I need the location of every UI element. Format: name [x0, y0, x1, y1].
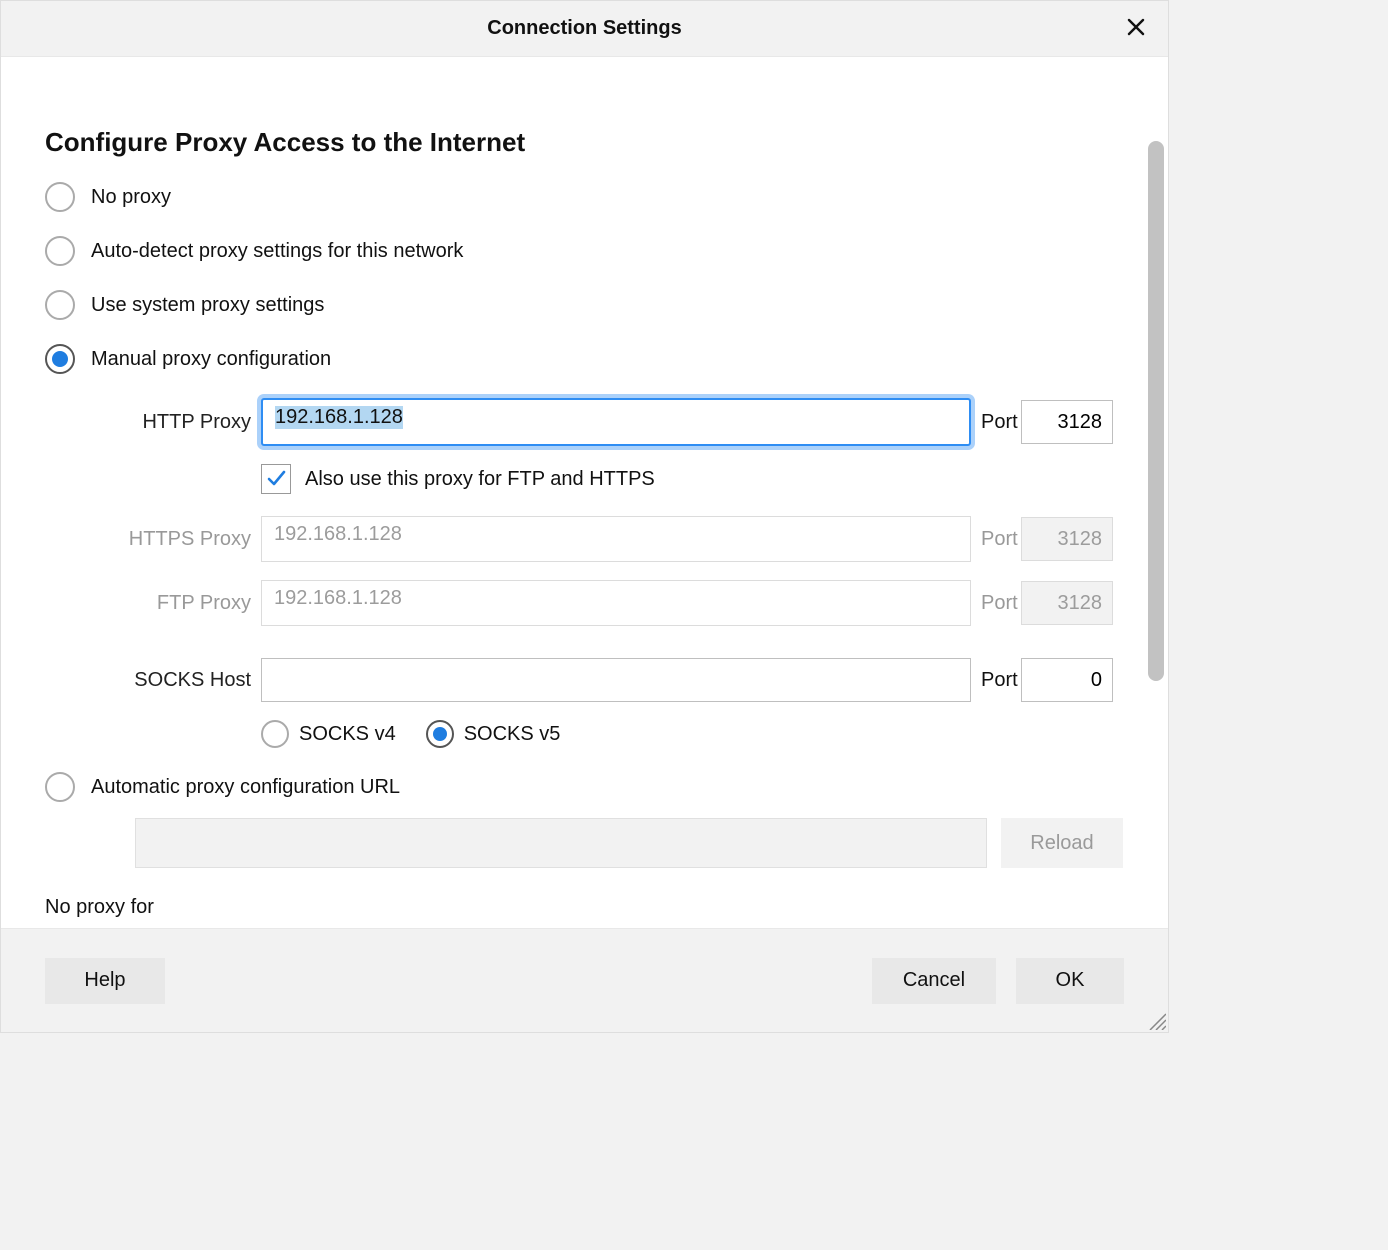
radio-icon	[45, 290, 75, 320]
cancel-button[interactable]: Cancel	[872, 958, 996, 1004]
radio-label: Auto-detect proxy settings for this netw…	[91, 240, 463, 263]
radio-label: No proxy	[91, 186, 171, 209]
ok-button[interactable]: OK	[1016, 958, 1124, 1004]
port-label: Port	[971, 528, 1021, 551]
section-heading: Configure Proxy Access to the Internet	[45, 127, 1124, 158]
checkbox-icon	[261, 464, 291, 494]
https-port-input	[1021, 517, 1113, 561]
radio-socks-v5[interactable]	[426, 720, 454, 748]
port-label: Port	[971, 411, 1021, 434]
http-proxy-label: HTTP Proxy	[45, 411, 261, 434]
radio-icon	[45, 236, 75, 266]
socks-port-input[interactable]	[1021, 658, 1113, 702]
radio-system[interactable]: Use system proxy settings	[45, 290, 1124, 320]
also-use-checkbox-row[interactable]: Also use this proxy for FTP and HTTPS	[261, 464, 1124, 494]
pac-url-row: Reload	[45, 818, 1124, 868]
socks-host-label: SOCKS Host	[45, 669, 261, 692]
radio-label: Manual proxy configuration	[91, 348, 331, 371]
no-proxy-for-label: No proxy for	[45, 896, 1124, 919]
port-label: Port	[971, 669, 1021, 692]
dialog-title: Connection Settings	[1, 17, 1168, 40]
https-proxy-input: 192.168.1.128	[261, 516, 971, 562]
radio-label: Use system proxy settings	[91, 294, 324, 317]
https-proxy-label: HTTPS Proxy	[45, 528, 261, 551]
checkbox-label: Also use this proxy for FTP and HTTPS	[305, 468, 655, 491]
ftp-proxy-row: FTP Proxy 192.168.1.128 Port	[45, 580, 1124, 626]
radio-manual[interactable]: Manual proxy configuration	[45, 344, 1124, 374]
radio-socks-v4[interactable]	[261, 720, 289, 748]
radio-icon	[45, 344, 75, 374]
socks-v4-label: SOCKS v4	[299, 723, 396, 746]
reload-button: Reload	[1001, 818, 1123, 868]
dialog-footer: Help Cancel OK	[1, 928, 1168, 1032]
radio-no-proxy[interactable]: No proxy	[45, 182, 1124, 212]
ftp-proxy-label: FTP Proxy	[45, 592, 261, 615]
connection-settings-dialog: Connection Settings Configure Proxy Acce…	[0, 0, 1169, 1033]
http-port-input[interactable]	[1021, 400, 1113, 444]
ftp-port-input	[1021, 581, 1113, 625]
port-label: Port	[971, 592, 1021, 615]
help-button[interactable]: Help	[45, 958, 165, 1004]
radio-auto-detect[interactable]: Auto-detect proxy settings for this netw…	[45, 236, 1124, 266]
radio-icon	[45, 772, 75, 802]
resize-grip-icon[interactable]	[1146, 1010, 1166, 1030]
pac-url-input	[135, 818, 987, 868]
radio-auto-url[interactable]: Automatic proxy configuration URL	[45, 772, 1124, 802]
radio-icon	[45, 182, 75, 212]
content: Configure Proxy Access to the Internet N…	[1, 57, 1168, 919]
radio-label: Automatic proxy configuration URL	[91, 776, 400, 799]
http-proxy-row: HTTP Proxy 192.168.1.128 Port	[45, 398, 1124, 446]
ftp-proxy-input: 192.168.1.128	[261, 580, 971, 626]
scroll-area: Configure Proxy Access to the Internet N…	[1, 57, 1168, 928]
https-proxy-row: HTTPS Proxy 192.168.1.128 Port	[45, 516, 1124, 562]
http-proxy-input[interactable]: 192.168.1.128	[261, 398, 971, 446]
dialog-header: Connection Settings	[1, 1, 1168, 57]
socks-v5-label: SOCKS v5	[464, 723, 561, 746]
scrollbar-thumb[interactable]	[1148, 141, 1164, 681]
socks-version-row: SOCKS v4 SOCKS v5	[261, 720, 1124, 748]
socks-host-row: SOCKS Host Port	[45, 658, 1124, 702]
socks-host-input[interactable]	[261, 658, 971, 702]
close-icon[interactable]	[1120, 11, 1152, 43]
